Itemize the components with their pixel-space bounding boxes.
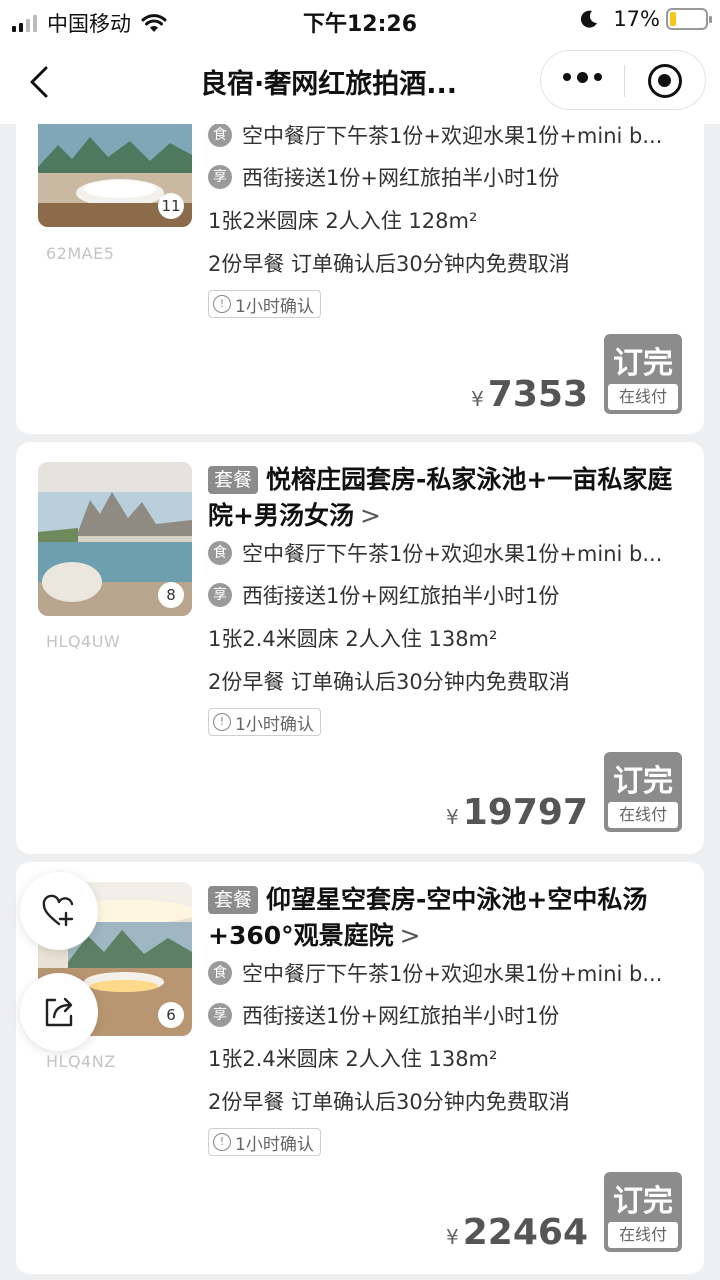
package-tag: 套餐 [208,466,259,494]
room-code: HLQ4UW [46,632,121,651]
clock-icon: ! [213,1133,231,1151]
room-photo[interactable]: 8 [38,462,192,616]
meal-benefit: 食 空中餐厅下午茶1份+欢迎水果1份+mini b... [208,538,688,568]
moon-icon [581,10,598,28]
clock-icon: ! [213,295,231,313]
room-policy: 2份早餐 订单确认后30分钟内免费取消 [208,252,570,276]
perk-benefit: 享 西街接送1份+网红旅拍半小时1份 [208,1000,688,1030]
room-spec: 1张2米圆床 2人入住 128m² [208,209,478,233]
perk-benefit: 享 西街接送1份+网红旅拍半小时1份 [208,580,688,610]
confirm-badge: ! 1小时确认 [208,290,321,318]
room-price: ¥22464 [446,1212,588,1253]
room-card[interactable]: 11 62MAE5 食 空中餐厅下午茶1份+欢迎水果1份+mini b... 享… [16,124,704,434]
miniprogram-capsule [540,50,706,110]
room-code: HLQ4NZ [46,1052,116,1071]
confirm-badge: ! 1小时确认 [208,1128,321,1156]
perk-icon: 享 [208,165,232,189]
room-spec: 1张2.4米圆床 2人入住 138m² [208,627,498,651]
room-title[interactable]: 套餐 仰望星空套房-空中泳池+空中私汤+360°观景庭院 > [208,882,678,954]
favorite-button[interactable] [20,872,98,950]
capsule-divider [624,65,625,97]
perk-benefit: 享 西街接送1份+网红旅拍半小时1份 [208,162,688,192]
photo-count: 11 [158,193,184,219]
room-policy: 2份早餐 订单确认后30分钟内免费取消 [208,670,570,694]
photo-count: 6 [158,1002,184,1028]
room-title[interactable]: 套餐 悦榕庄园套房-私家泳池+一亩私家庭院+男汤女汤 > [208,462,678,534]
room-card[interactable]: 8 HLQ4UW 套餐 悦榕庄园套房-私家泳池+一亩私家庭院+男汤女汤 > 食 空中… [16,442,704,854]
room-price: ¥19797 [446,792,588,833]
room-photo[interactable]: 11 [38,124,192,227]
package-tag: 套餐 [208,886,259,914]
perk-icon: 享 [208,1003,232,1027]
room-card[interactable]: 6 HLQ4NZ 套餐 仰望星空套房-空中泳池+空中私汤+360°观景庭院 > 食 … [16,862,704,1274]
confirm-badge: ! 1小时确认 [208,708,321,736]
book-button[interactable]: 订完 在线付 [604,334,682,414]
heart-plus-icon [42,894,74,927]
meal-benefit: 食 空中餐厅下午茶1份+欢迎水果1份+mini b... [208,124,688,150]
photo-count: 8 [158,582,184,608]
room-spec: 1张2.4米圆床 2人入住 138m² [208,1047,498,1071]
chevron-right-icon: > [359,501,381,530]
more-dots-icon[interactable] [563,72,602,83]
nav-bar: 良宿·奢网红旅拍酒... [0,40,720,124]
battery-level [670,12,676,26]
battery-icon [666,8,712,30]
meal-icon: 食 [208,541,232,565]
room-list: 11 62MAE5 食 空中餐厅下午茶1份+欢迎水果1份+mini b... 享… [0,124,720,1280]
share-icon [45,997,73,1027]
meal-benefit: 食 空中餐厅下午茶1份+欢迎水果1份+mini b... [208,958,688,988]
meal-icon: 食 [208,961,232,985]
book-button[interactable]: 订完 在线付 [604,1172,682,1252]
status-bar: 中国移动 下午12:26 17% [0,0,720,40]
share-button[interactable] [20,973,98,1051]
battery-percent: 17% [613,7,660,31]
room-price: ¥7353 [471,374,588,415]
page-title: 良宿·奢网红旅拍酒... [200,69,458,100]
perk-icon: 享 [208,583,232,607]
chevron-right-icon: > [399,921,421,950]
clock-icon: ! [213,713,231,731]
chevron-left-icon[interactable] [26,64,54,100]
room-policy: 2份早餐 订单确认后30分钟内免费取消 [208,1090,570,1114]
target-icon[interactable] [648,64,682,98]
meal-icon: 食 [208,124,232,147]
book-button[interactable]: 订完 在线付 [604,752,682,832]
room-code: 62MAE5 [46,244,115,263]
